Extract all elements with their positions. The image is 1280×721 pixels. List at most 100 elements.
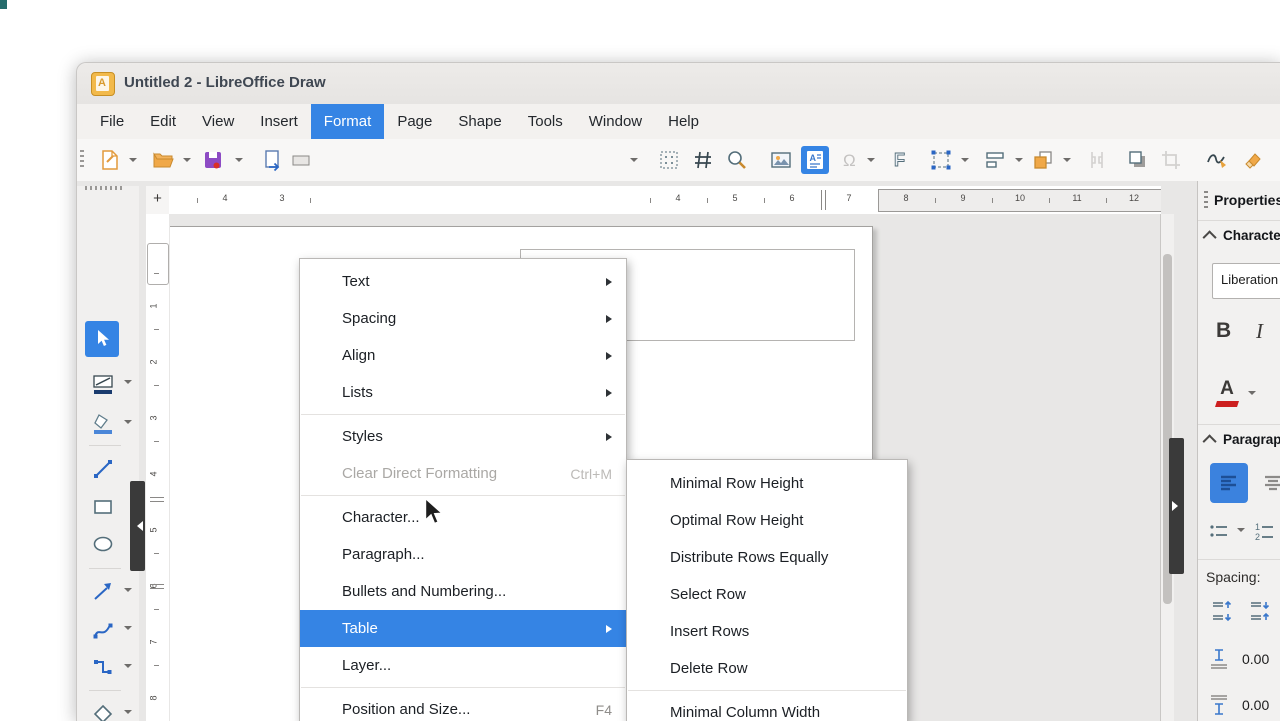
menubar-item-view[interactable]: View <box>189 104 247 139</box>
open-button[interactable] <box>149 146 177 174</box>
font-color-button[interactable]: A <box>1214 379 1240 407</box>
connectors-tool-button[interactable] <box>85 651 121 685</box>
dropdown-arrow-icon[interactable] <box>124 664 132 668</box>
menu-item-character[interactable]: Character... <box>300 499 626 536</box>
edit-points-button[interactable] <box>927 146 955 174</box>
dropdown-arrow-icon[interactable] <box>961 158 969 162</box>
shadow-button[interactable] <box>1123 146 1151 174</box>
left-pane-hide-handle[interactable] <box>130 481 145 571</box>
sidebar-grip-icon[interactable] <box>1204 191 1208 209</box>
drawing-toolbar-grip[interactable] <box>85 186 125 190</box>
ellipse-tool-button[interactable] <box>85 527 121 561</box>
basic-shapes-tool-button[interactable] <box>85 697 121 721</box>
dropdown-arrow-icon[interactable] <box>124 380 132 384</box>
fontwork-button[interactable]: F <box>885 146 913 174</box>
dropdown-arrow-icon[interactable] <box>1063 158 1071 162</box>
menubar-item-shape[interactable]: Shape <box>445 104 514 139</box>
freeform-line-button[interactable] <box>1203 146 1231 174</box>
dropdown-arrow-icon[interactable] <box>124 588 132 592</box>
special-character-button[interactable]: Ω <box>837 146 865 174</box>
numbered-list-button[interactable]: 12 <box>1250 515 1280 547</box>
new-document-button[interactable] <box>96 146 124 174</box>
dropdown-arrow-icon[interactable] <box>129 158 137 162</box>
insert-line-tool-button[interactable] <box>85 452 121 486</box>
submenu-item-delete-row[interactable]: Delete Row <box>627 650 907 687</box>
menu-item-table[interactable]: Table <box>300 610 626 647</box>
menubar-item-file[interactable]: File <box>87 104 137 139</box>
section-character[interactable]: Character <box>1202 228 1280 244</box>
sidebar-hide-handle[interactable] <box>1169 438 1184 574</box>
submenu-item-minimal-row-height[interactable]: Minimal Row Height <box>627 465 907 502</box>
menubar-item-insert[interactable]: Insert <box>247 104 311 139</box>
menubar-item-page[interactable]: Page <box>384 104 445 139</box>
properties-sidebar: Properties Character Liberation Sans B I… <box>1197 181 1280 721</box>
ruler-tick <box>154 273 159 274</box>
glue-points-button[interactable] <box>1275 146 1280 174</box>
export-button[interactable] <box>259 146 287 174</box>
toolbar-grip[interactable] <box>80 150 84 170</box>
font-name-input[interactable]: Liberation Sans <box>1212 263 1280 299</box>
submenu-item-select-row[interactable]: Select Row <box>627 576 907 613</box>
menubar-item-tools[interactable]: Tools <box>515 104 576 139</box>
above-spacing-value[interactable]: 0.00 <box>1242 651 1269 667</box>
increase-spacing-button[interactable] <box>1206 595 1238 627</box>
submenu-item-insert-rows[interactable]: Insert Rows <box>627 613 907 650</box>
curves-and-polygons-tool-button[interactable] <box>85 613 121 647</box>
align-objects-button[interactable] <box>981 146 1009 174</box>
dropdown-arrow-icon[interactable] <box>183 158 191 162</box>
save-button[interactable] <box>199 146 227 174</box>
snap-to-grid-button[interactable] <box>689 146 717 174</box>
menu-item-align[interactable]: Align <box>300 337 626 374</box>
below-spacing-value[interactable]: 0.00 <box>1242 697 1269 713</box>
insert-image-button[interactable] <box>767 146 795 174</box>
bullet-list-dropdown[interactable] <box>1237 528 1245 532</box>
align-left-button[interactable] <box>1210 463 1248 503</box>
menubar-item-window[interactable]: Window <box>576 104 655 139</box>
italic-button[interactable]: I <box>1256 319 1263 344</box>
glue-points-button[interactable] <box>1083 146 1111 174</box>
print-button[interactable] <box>287 146 315 174</box>
menu-item-paragraph[interactable]: Paragraph... <box>300 536 626 573</box>
menubar-item-format[interactable]: Format <box>310 104 385 139</box>
bold-button[interactable]: B <box>1216 319 1231 343</box>
display-grid-button[interactable] <box>655 146 683 174</box>
dropdown-arrow-icon[interactable] <box>630 158 638 162</box>
fill-color-tool-button[interactable] <box>85 407 121 441</box>
dropdown-arrow-icon[interactable] <box>124 710 132 714</box>
menu-item-lists[interactable]: Lists <box>300 374 626 411</box>
submenu-item-distribute-rows-equally[interactable]: Distribute Rows Equally <box>627 539 907 576</box>
ruler-origin-button[interactable]: + <box>146 186 170 215</box>
menu-item-bullets-and-numbering[interactable]: Bullets and Numbering... <box>300 573 626 610</box>
bullet-list-button[interactable] <box>1204 515 1234 547</box>
menu-item-position-and-size[interactable]: Position and Size... F4 <box>300 691 626 721</box>
dropdown-arrow-icon[interactable] <box>867 158 875 162</box>
menu-item-layer[interactable]: Layer... <box>300 647 626 684</box>
arrange-button[interactable] <box>1029 146 1057 174</box>
dropdown-arrow-icon[interactable] <box>235 158 243 162</box>
font-color-dropdown[interactable] <box>1248 391 1256 395</box>
dropdown-arrow-icon[interactable] <box>124 626 132 630</box>
menubar-item-help[interactable]: Help <box>655 104 712 139</box>
rectangle-tool-button[interactable] <box>85 490 121 524</box>
submenu-item-minimal-column-width[interactable]: Minimal Column Width <box>627 694 907 721</box>
crop-button[interactable] <box>1157 146 1185 174</box>
dropdown-arrow-icon[interactable] <box>1015 158 1023 162</box>
zoom-button[interactable] <box>723 146 751 174</box>
line-color-tool-button[interactable] <box>85 367 121 401</box>
insert-text-box-button[interactable]: A <box>801 146 829 174</box>
highlighter-button[interactable] <box>1239 146 1267 174</box>
dropdown-arrow-icon[interactable] <box>124 420 132 424</box>
align-center-button[interactable] <box>1254 463 1280 503</box>
spacing-label: Spacing: <box>1206 569 1261 585</box>
horizontal-ruler[interactable]: 4 3 4 5 6 7 8 9 10 11 12 <box>169 186 1161 215</box>
decrease-spacing-button[interactable] <box>1244 595 1276 627</box>
section-paragraph[interactable]: Paragraph <box>1202 432 1280 448</box>
submenu-item-optimal-row-height[interactable]: Optimal Row Height <box>627 502 907 539</box>
menubar-item-edit[interactable]: Edit <box>137 104 189 139</box>
vertical-ruler[interactable]: 12345678 <box>146 214 170 721</box>
menu-item-spacing[interactable]: Spacing <box>300 300 626 337</box>
lines-and-arrows-tool-button[interactable] <box>85 575 121 609</box>
select-tool-button[interactable] <box>85 321 119 357</box>
menu-item-styles[interactable]: Styles <box>300 418 626 455</box>
menu-item-text[interactable]: Text <box>300 263 626 300</box>
